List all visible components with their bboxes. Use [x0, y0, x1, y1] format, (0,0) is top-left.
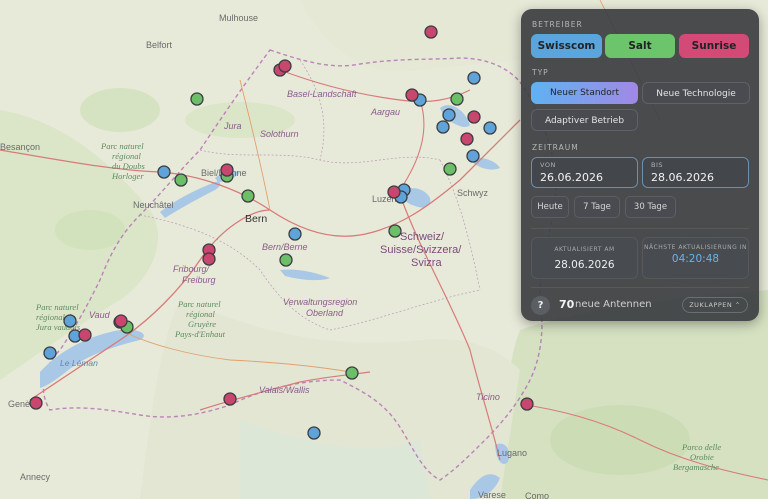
antenna-marker-swisscom[interactable] [157, 165, 171, 179]
antenna-marker-swisscom[interactable] [436, 120, 450, 134]
antenna-marker-sunrise[interactable] [29, 396, 43, 410]
quick-30-days-button[interactable]: 30 Tage [625, 196, 676, 218]
antenna-marker-sunrise[interactable] [114, 314, 128, 328]
to-date-label: BIS [651, 161, 664, 169]
antenna-marker-salt[interactable] [174, 173, 188, 187]
antenna-marker-sunrise[interactable] [278, 59, 292, 73]
antenna-marker-swisscom[interactable] [483, 121, 497, 135]
antenna-marker-sunrise[interactable] [520, 397, 534, 411]
type-new-technology-button[interactable]: Neue Technologie [642, 82, 750, 104]
antenna-marker-sunrise[interactable] [405, 88, 419, 102]
divider [531, 287, 749, 288]
place-annecy: Annecy [20, 472, 51, 482]
from-date-label: VON [540, 161, 556, 169]
to-date-field[interactable]: BIS 28.06.2026 [642, 157, 749, 188]
place-bern-region: Bern/Berne [262, 242, 308, 252]
antenna-marker-salt[interactable] [388, 224, 402, 238]
place-varese: Varese [478, 490, 506, 499]
antenna-marker-salt[interactable] [190, 92, 204, 106]
antenna-marker-sunrise[interactable] [467, 110, 481, 124]
place-neuchatel: Neuchâtel [133, 200, 174, 210]
antenna-marker-salt[interactable] [443, 162, 457, 176]
type-adaptive-button[interactable]: Adaptiver Betrieb [531, 109, 638, 131]
collapse-button[interactable]: ZUKLAPPEN ⌃ [682, 297, 748, 313]
lake-leman: Le Léman [60, 358, 98, 368]
antenna-marker-swisscom[interactable] [466, 149, 480, 163]
place-belfort: Belfort [146, 40, 173, 50]
antenna-marker-swisscom[interactable] [307, 426, 321, 440]
antenna-marker-swisscom[interactable] [467, 71, 481, 85]
operator-salt-button[interactable]: Salt [605, 34, 675, 58]
antenna-marker-sunrise[interactable] [460, 132, 474, 146]
antenna-marker-salt[interactable] [450, 92, 464, 106]
antenna-count: 70 [559, 298, 575, 311]
quick-today-button[interactable]: Heute [531, 196, 569, 218]
operator-section-label: BETREIBER [532, 20, 583, 29]
operator-sunrise-button[interactable]: Sunrise [679, 34, 749, 58]
place-besancon: Besançon [0, 142, 40, 152]
help-icon[interactable]: ? [531, 296, 550, 315]
place-mulhouse: Mulhouse [219, 13, 258, 23]
region-aargau: Aargau [370, 107, 400, 117]
antenna-marker-sunrise[interactable] [223, 392, 237, 406]
filter-panel: BETREIBER Swisscom Salt Sunrise TYP Neue… [521, 9, 759, 321]
antenna-marker-sunrise[interactable] [78, 328, 92, 342]
next-update-label: NÄCHSTE AKTUALISIERUNG IN [644, 244, 747, 251]
place-bern: Bern [245, 213, 267, 225]
divider [531, 228, 749, 229]
period-section-label: ZEITRAUM [532, 143, 579, 152]
updated-label: AKTUALISIERT AM [554, 246, 615, 253]
region-ticino: Ticino [476, 392, 500, 402]
antenna-marker-sunrise[interactable] [424, 25, 438, 39]
region-vaud: Vaud [89, 310, 111, 320]
antenna-marker-sunrise[interactable] [202, 252, 216, 266]
antenna-marker-swisscom[interactable] [288, 227, 302, 241]
place-schwyz: Schwyz [457, 188, 489, 198]
from-date-field[interactable]: VON 26.06.2026 [531, 157, 638, 188]
next-update-countdown: 04:20:48 [671, 253, 720, 265]
antenna-marker-sunrise[interactable] [220, 163, 234, 177]
antenna-marker-sunrise[interactable] [387, 185, 401, 199]
type-new-site-button[interactable]: Neuer Standort [531, 82, 638, 104]
region-jura: Jura [223, 121, 242, 131]
antenna-marker-swisscom[interactable] [442, 108, 456, 122]
antenna-marker-swisscom[interactable] [43, 346, 57, 360]
next-update-info-box: NÄCHSTE AKTUALISIERUNG IN 04:20:48 [642, 237, 749, 279]
quick-7-days-button[interactable]: 7 Tage [574, 196, 620, 218]
antenna-marker-salt[interactable] [345, 366, 359, 380]
place-lugano: Lugano [497, 448, 527, 458]
place-como: Como [525, 491, 549, 499]
from-date-value: 26.06.2026 [540, 171, 603, 184]
antenna-marker-salt[interactable] [241, 189, 255, 203]
updated-info-box: AKTUALISIERT AM 28.06.2026 [531, 237, 638, 279]
antenna-count-label: neue Antennen [575, 299, 652, 310]
to-date-value: 28.06.2026 [651, 171, 714, 184]
region-valais: Valais/Wallis [259, 385, 310, 395]
antenna-marker-salt[interactable] [279, 253, 293, 267]
region-basel: Basel-Landschaft [287, 89, 357, 99]
region-solothurn: Solothurn [260, 129, 299, 139]
updated-value: 28.06.2026 [554, 259, 615, 271]
antenna-marker-swisscom[interactable] [63, 314, 77, 328]
operator-swisscom-button[interactable]: Swisscom [531, 34, 602, 58]
type-section-label: TYP [532, 68, 549, 77]
